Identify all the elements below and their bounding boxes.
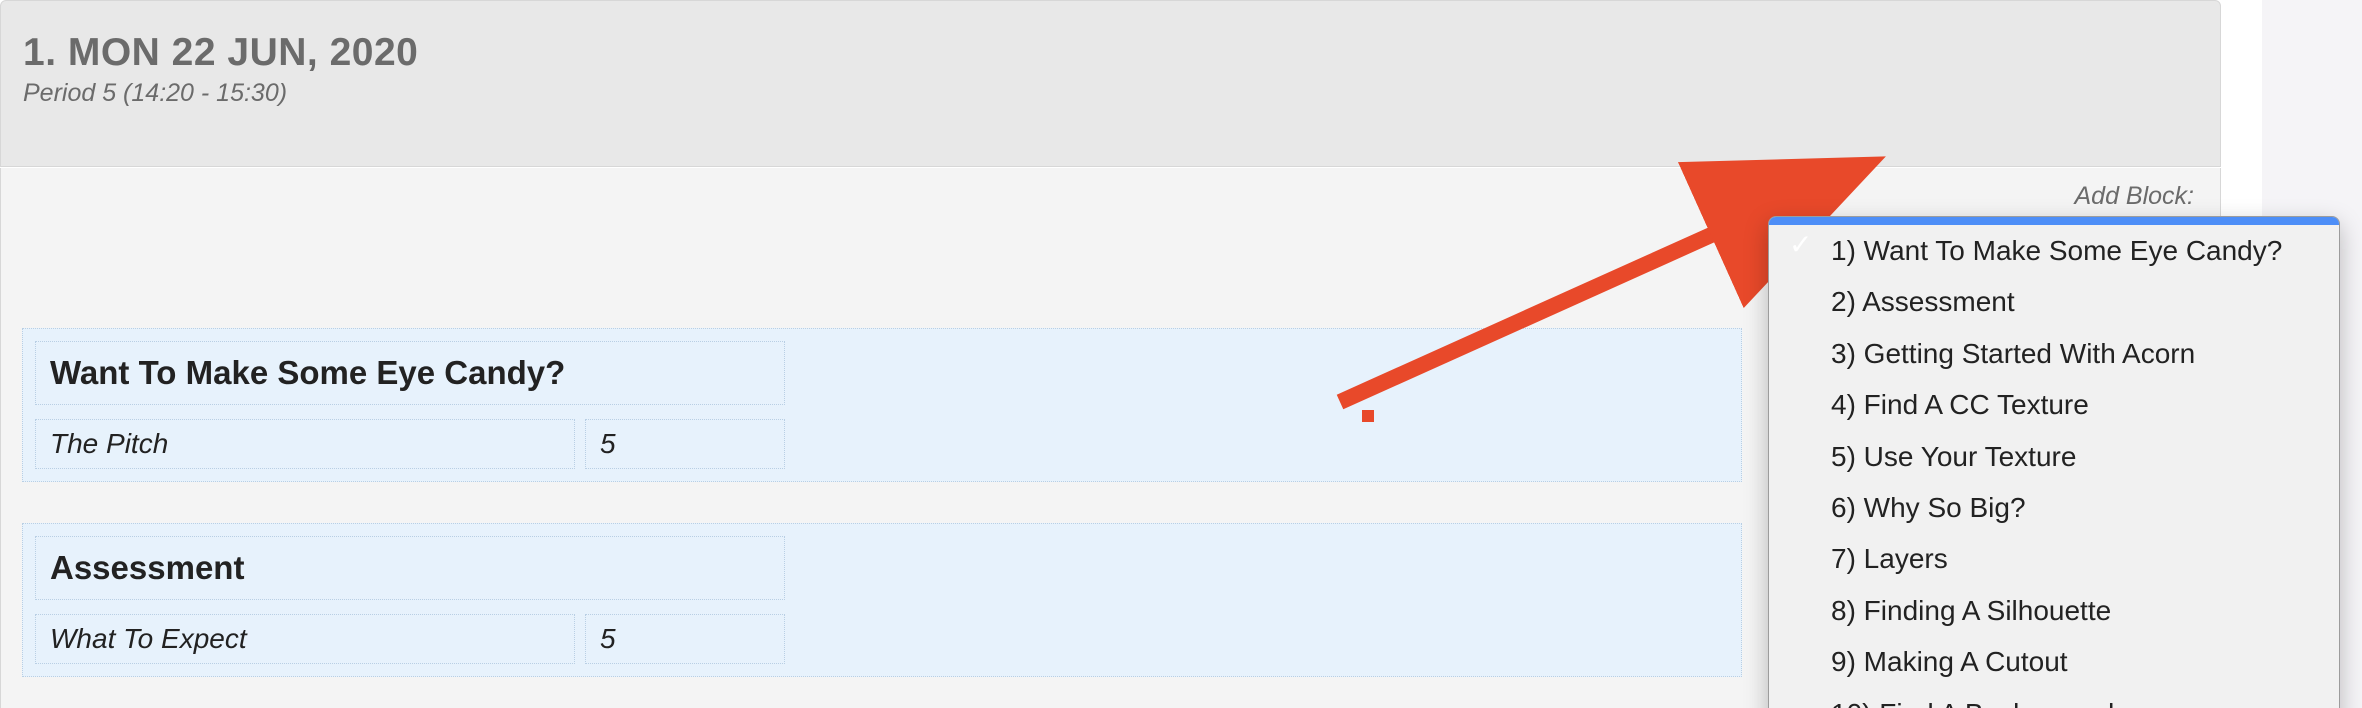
- block-row: The Pitch 5: [35, 419, 1729, 469]
- dropdown-option-label: 3) Getting Started With Acorn: [1831, 338, 2195, 369]
- lesson-block[interactable]: Want To Make Some Eye Candy? The Pitch 5: [22, 328, 1742, 482]
- row-label[interactable]: What To Expect: [35, 614, 575, 664]
- dropdown-option-label: 5) Use Your Texture: [1831, 441, 2076, 472]
- dropdown-option[interactable]: 7) Layers: [1769, 533, 2339, 584]
- dropdown-option[interactable]: 5) Use Your Texture: [1769, 431, 2339, 482]
- dropdown-option[interactable]: 10) Find A Background: [1769, 688, 2339, 708]
- block-title[interactable]: Want To Make Some Eye Candy?: [35, 341, 785, 405]
- dropdown-option-label: 2) Assessment: [1831, 286, 2015, 317]
- add-block-label: Add Block:: [2074, 182, 2194, 211]
- dropdown-option-label: 10) Find A Background: [1831, 698, 2114, 708]
- dropdown-option-label: 1) Want To Make Some Eye Candy?: [1831, 235, 2282, 266]
- lesson-block[interactable]: Assessment What To Expect 5: [22, 523, 1742, 677]
- dropdown-option[interactable]: 8) Finding A Silhouette: [1769, 585, 2339, 636]
- dropdown-option[interactable]: 6) Why So Big?: [1769, 482, 2339, 533]
- row-label[interactable]: The Pitch: [35, 419, 575, 469]
- lesson-period: Period 5 (14:20 - 15:30): [23, 79, 2198, 108]
- dropdown-option-label: 8) Finding A Silhouette: [1831, 595, 2111, 626]
- block-row: What To Expect 5: [35, 614, 1729, 664]
- dropdown-option[interactable]: 4) Find A CC Texture: [1769, 379, 2339, 430]
- dropdown-option[interactable]: 3) Getting Started With Acorn: [1769, 328, 2339, 379]
- dropdown-option-label: 9) Making A Cutout: [1831, 646, 2068, 677]
- lesson-date-title: 1. MON 22 JUN, 2020: [23, 31, 2198, 75]
- row-value[interactable]: 5: [585, 614, 785, 664]
- dropdown-option[interactable]: 9) Making A Cutout: [1769, 636, 2339, 687]
- dropdown-option-label: 7) Layers: [1831, 543, 1948, 574]
- row-value[interactable]: 5: [585, 419, 785, 469]
- dropdown-option-label: 4) Find A CC Texture: [1831, 389, 2089, 420]
- dropdown-option[interactable]: 1) Want To Make Some Eye Candy?: [1769, 225, 2339, 276]
- dropdown-option-blank[interactable]: ✓: [1769, 217, 2339, 225]
- lesson-header: 1. MON 22 JUN, 2020 Period 5 (14:20 - 15…: [0, 0, 2221, 167]
- dropdown-option[interactable]: 2) Assessment: [1769, 276, 2339, 327]
- block-title[interactable]: Assessment: [35, 536, 785, 600]
- dropdown-option-label: 6) Why So Big?: [1831, 492, 2026, 523]
- add-block-dropdown[interactable]: ✓ 1) Want To Make Some Eye Candy? 2) Ass…: [1768, 216, 2340, 708]
